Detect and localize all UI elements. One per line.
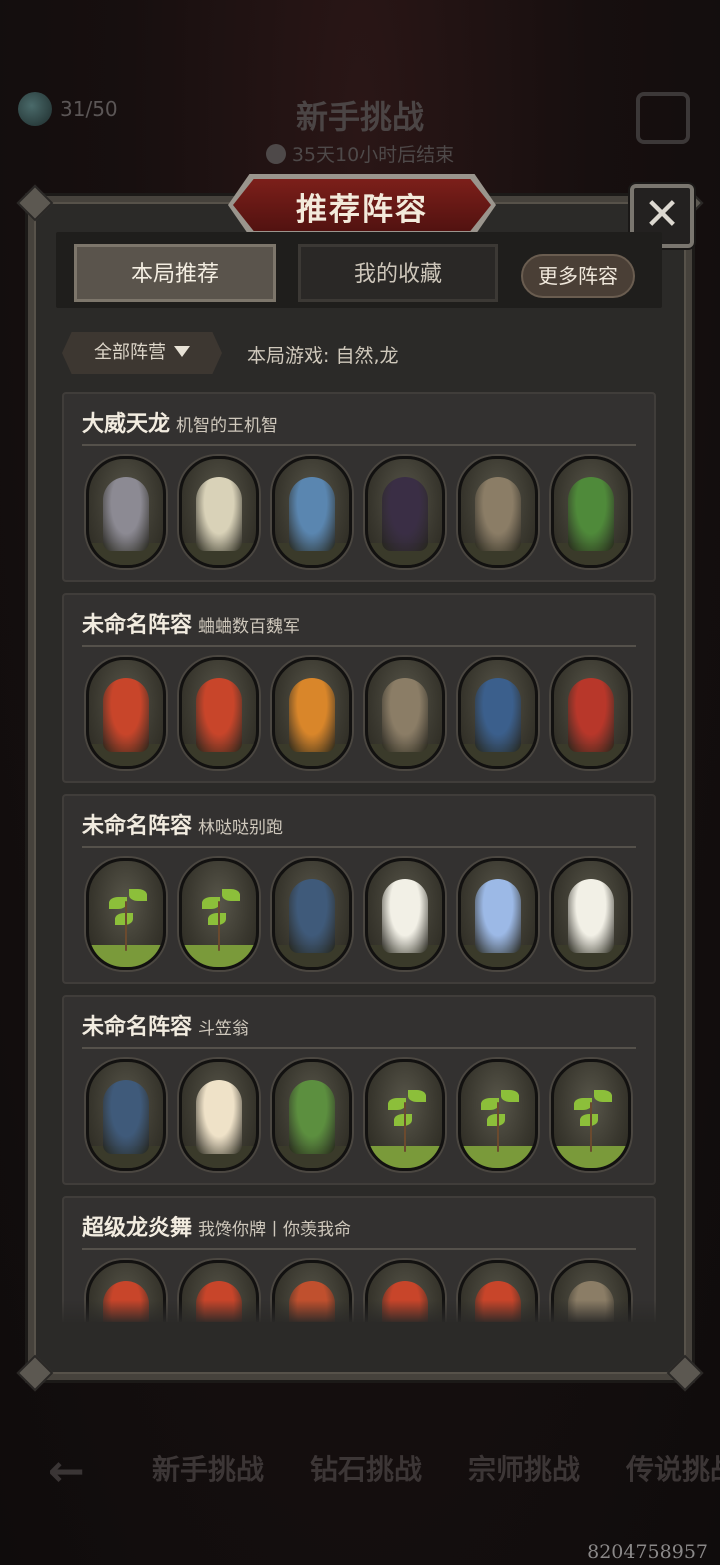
dark-elf-hero-portrait[interactable] [272,858,352,970]
background-timer: 35天10小时后结束 [0,140,720,167]
red-dragon-icon [568,678,614,752]
lineup-name: 未命名阵容 [82,1015,193,1040]
lineup-name: 未命名阵容 [82,613,193,638]
lineup-list[interactable]: 大威天龙 机智的王机智 未命名阵容 蛐蛐数百魏军 未命名阵容 林哒哒别跑 未命名阵容 斗笠翁超… [62,392,658,1322]
lineup-author: 蛐蛐数百魏军 [198,617,301,637]
faction-filter-label: 全部阵营 [94,342,166,363]
dropdown-arrow-icon [174,346,190,357]
singing-flower-hero-portrait[interactable] [551,858,631,970]
flame-wyrm-hero-portrait[interactable] [272,657,352,769]
cactus-hero-portrait[interactable] [272,1059,352,1171]
lineup-header: 大威天龙 机智的王机智 [82,406,636,446]
sapling-icon [125,901,127,951]
dark-elf-hero-portrait[interactable] [86,1059,166,1171]
green-horned-dragon-hero-portrait[interactable] [551,456,631,568]
red-dragon-hero-portrait[interactable] [551,657,631,769]
sapling-icon [218,901,220,951]
watermark: 8204758957 [587,1541,708,1563]
sapling-icon [590,1102,592,1152]
background-bottom-tabs: 新手挑战 钻石挑战 宗师挑战 传说挑战 [152,1448,720,1488]
flower-fairy-hero-portrait[interactable] [179,1059,259,1171]
background-timer-text: 35天10小时后结束 [291,144,455,166]
lineup-header: 未命名阵容 蛐蛐数百魏军 [82,607,636,647]
fire-dragon-icon [103,678,149,752]
ice-maiden-hero-portrait[interactable] [458,858,538,970]
hero-row [86,1059,631,1171]
current-game-info: 本局游戏: 自然,龙 [247,345,399,367]
modal-title-plaque: 推荐阵容 [228,174,496,236]
background-page-title: 新手挑战 [295,98,424,136]
lineup-card[interactable]: 未命名阵容 蛐蛐数百魏军 [62,593,656,783]
ghost-dragon-hero-portrait[interactable] [86,456,166,568]
sapling-hero-portrait[interactable] [551,1059,631,1171]
background-tab: 钻石挑战 [310,1453,423,1486]
modal-title: 推荐阵容 [296,192,428,228]
gargoyle-bat-hero-portrait[interactable] [458,456,538,568]
flower-fairy-icon [196,1080,242,1154]
background-exit-icon [636,92,690,144]
white-serpent-dragon-hero-portrait[interactable] [179,456,259,568]
ice-maiden-icon [475,879,521,953]
hero-row [86,858,631,970]
green-horned-dragon-icon [568,477,614,551]
lineup-card[interactable]: 未命名阵容 林哒哒别跑 [62,794,656,984]
gargoyle-bat-icon [382,678,428,752]
background-tab: 传说挑战 [626,1453,720,1486]
blue-shadow-dragon-icon [475,678,521,752]
lineup-header: 未命名阵容 林哒哒别跑 [82,808,636,848]
lineup-card[interactable]: 未命名阵容 斗笠翁 [62,995,656,1185]
more-lineups-button[interactable]: 更多阵容 [521,254,635,298]
sapling-icon [404,1102,406,1152]
blue-baby-dragon-hero-portrait[interactable] [272,456,352,568]
fire-dragon-hero-portrait[interactable] [179,657,259,769]
clock-icon [265,144,286,164]
sapling-hero-portrait[interactable] [86,858,166,970]
tab-my-favorites[interactable]: 我的收藏 [298,244,498,302]
lineup-name: 超级龙炎舞 [82,1216,193,1241]
black-dragon-icon [382,477,428,551]
blue-baby-dragon-icon [289,477,335,551]
lineup-header: 超级龙炎舞 我馋你牌丨你羡我命 [82,1210,636,1250]
background-tab: 宗师挑战 [468,1453,581,1486]
lineup-author: 我馋你牌丨你羡我命 [198,1220,352,1240]
flame-wyrm-icon [289,678,335,752]
background-tab: 新手挑战 [152,1453,265,1486]
lineup-author: 机智的王机智 [176,416,279,436]
cactus-icon [289,1080,335,1154]
tab-current-recommend[interactable]: 本局推荐 [74,244,276,302]
blue-shadow-dragon-hero-portrait[interactable] [458,657,538,769]
sapling-hero-portrait[interactable] [179,858,259,970]
lineup-header: 未命名阵容 斗笠翁 [82,1009,636,1049]
hero-row [86,657,631,769]
lineup-name: 未命名阵容 [82,814,193,839]
black-dragon-hero-portrait[interactable] [365,456,445,568]
lineup-author: 林哒哒别跑 [198,818,284,838]
singing-flower-hero-portrait[interactable] [365,858,445,970]
singing-flower-icon [568,879,614,953]
faction-filter-dropdown[interactable]: 全部阵营 [62,332,222,374]
ghost-dragon-icon [103,477,149,551]
fire-dragon-icon [196,678,242,752]
sapling-hero-portrait[interactable] [365,1059,445,1171]
fire-dragon-hero-portrait[interactable] [86,657,166,769]
lineup-author: 斗笠翁 [198,1019,250,1039]
gargoyle-bat-icon [475,477,521,551]
hero-row [86,456,631,568]
white-serpent-dragon-icon [196,477,242,551]
background-back-arrow-icon: ← [48,1446,85,1497]
lineup-card[interactable]: 大威天龙 机智的王机智 [62,392,656,582]
singing-flower-icon [382,879,428,953]
list-fade [62,1300,658,1324]
lineup-name: 大威天龙 [82,412,171,437]
dark-elf-icon [103,1080,149,1154]
gargoyle-bat-hero-portrait[interactable] [365,657,445,769]
sapling-icon [497,1102,499,1152]
sapling-hero-portrait[interactable] [458,1059,538,1171]
dark-elf-icon [289,879,335,953]
